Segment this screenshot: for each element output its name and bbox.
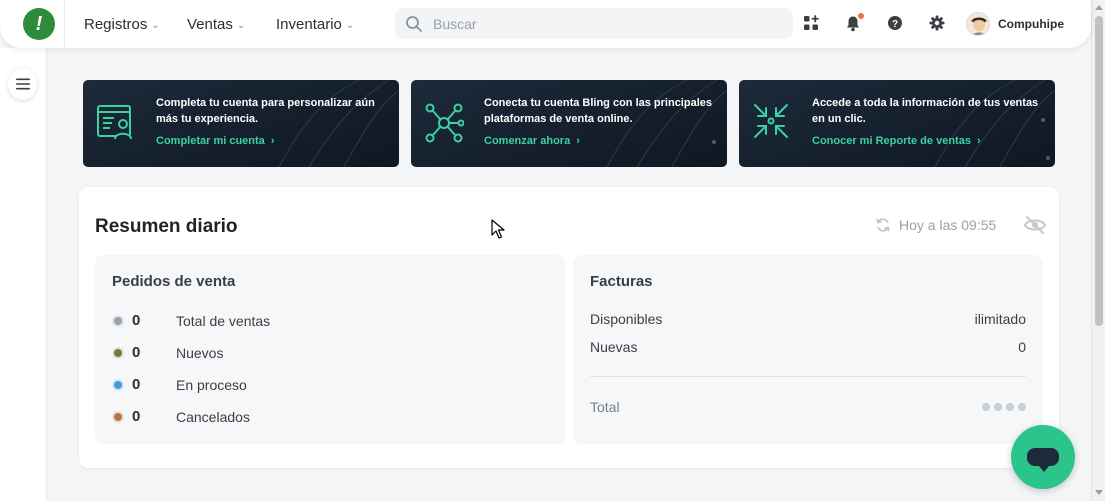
banner-complete-account[interactable]: Completa tu cuenta para personalizar aún…: [83, 80, 399, 167]
collapse-arrows-icon: [754, 104, 788, 138]
invoice-row-available: Disponibles ilimitado: [590, 311, 1026, 327]
status-dot: [114, 348, 122, 357]
order-count: 0: [132, 344, 141, 361]
invoice-label: Nuevas: [590, 339, 638, 355]
nav-inventario[interactable]: Inventario ⌄: [276, 16, 354, 33]
invoice-row-new: Nuevas 0: [590, 339, 1026, 355]
search-input[interactable]: [433, 15, 763, 32]
left-sidebar: [0, 48, 47, 501]
status-dot: [114, 316, 122, 325]
order-row-in-progress[interactable]: 0 En proceso: [114, 376, 247, 393]
card-title: Resumen diario: [95, 216, 238, 237]
status-dot: [114, 380, 122, 389]
profile-card-icon: [97, 105, 132, 140]
mouse-cursor-icon: [491, 219, 505, 239]
banner-sales-report[interactable]: Accede a toda la información de tus vent…: [739, 80, 1055, 167]
order-count: 0: [132, 408, 141, 425]
refresh-icon: [876, 218, 890, 232]
banner-text: Accede a toda la información de tus vent…: [812, 97, 1039, 125]
chevron-right-icon: ›: [270, 135, 275, 147]
order-row-new[interactable]: 0 Nuevos: [114, 344, 223, 361]
panel-title: Facturas: [590, 273, 653, 290]
avatar[interactable]: [966, 12, 990, 36]
nav-ventas-label: Ventas: [187, 16, 233, 33]
banner-link-label: Conocer mi Reporte de ventas: [812, 135, 971, 147]
user-avatar-icon: [967, 13, 989, 35]
refresh-status[interactable]: Hoy a las 09:55: [875, 217, 996, 233]
chevron-down-icon: ⌄: [236, 20, 246, 31]
apps-grid-icon[interactable]: [802, 14, 820, 32]
scroll-thumb[interactable]: [1095, 16, 1103, 326]
banner-link-label: Completar mi cuenta: [156, 135, 265, 147]
menu-toggle-button[interactable]: [8, 68, 37, 100]
network-hub-icon: [425, 103, 464, 143]
search-icon: [406, 15, 422, 32]
panel-title: Pedidos de venta: [112, 273, 236, 290]
scroll-up-icon[interactable]: [1095, 5, 1103, 10]
order-row-total[interactable]: 0 Total de ventas: [114, 312, 270, 329]
nav-registros-label: Registros: [84, 16, 148, 33]
chevron-right-icon: ›: [576, 135, 580, 147]
svg-text:?: ?: [892, 19, 898, 30]
nav-ventas[interactable]: Ventas ⌄: [187, 16, 245, 33]
page-scrollbar[interactable]: [1091, 0, 1105, 501]
start-now-link[interactable]: Comenzar ahora ›: [484, 135, 580, 147]
help-icon[interactable]: ?: [886, 14, 904, 32]
order-label: Nuevos: [176, 344, 224, 361]
order-label: Cancelados: [176, 408, 250, 425]
gear-icon[interactable]: [928, 14, 946, 32]
scroll-down-icon[interactable]: [1095, 490, 1103, 495]
banner-text: Conecta tu cuenta Bling con las principa…: [484, 97, 712, 125]
hidden-value-dots: [982, 403, 1026, 415]
bell-icon[interactable]: [844, 13, 864, 32]
last-updated-text: Hoy a las 09:55: [899, 217, 997, 233]
complete-account-link[interactable]: Completar mi cuenta ›: [156, 135, 274, 147]
order-label: Total de ventas: [176, 312, 271, 329]
divider: [590, 376, 1026, 377]
hamburger-icon: [15, 78, 30, 90]
search-box: [395, 8, 793, 39]
nav-registros[interactable]: Registros ⌄: [84, 16, 160, 33]
order-label: En proceso: [176, 376, 247, 393]
chat-bubble-icon: [1027, 448, 1059, 472]
order-count: 0: [132, 376, 141, 393]
invoice-label: Disponibles: [590, 311, 663, 327]
bling-logo-icon[interactable]: !: [23, 8, 55, 40]
notification-dot: [858, 13, 864, 19]
banner-connect-platforms[interactable]: Conecta tu cuenta Bling con las principa…: [411, 80, 727, 167]
sales-orders-panel: Pedidos de venta 0 Total de ventas 0 Nue…: [95, 255, 565, 444]
eye-off-icon: [1023, 216, 1047, 234]
top-navbar: ! Registros ⌄ Ventas ⌄ Inventario ⌄ Busc…: [0, 0, 1091, 48]
invoices-panel: Facturas Disponibles ilimitado Nuevas 0 …: [573, 255, 1043, 444]
chevron-down-icon: ⌄: [345, 20, 355, 31]
nav-inventario-label: Inventario: [276, 16, 342, 33]
invoice-row-total: Total: [590, 399, 1026, 415]
banner-text: Completa tu cuenta para personalizar aún…: [156, 97, 375, 125]
logo-divider: [64, 0, 65, 48]
chevron-right-icon: ›: [976, 135, 981, 147]
banner-link-label: Comenzar ahora: [484, 135, 571, 147]
username[interactable]: Compuhipe: [998, 17, 1064, 31]
order-row-cancelled[interactable]: 0 Cancelados: [114, 408, 250, 425]
chevron-down-icon: ⌄: [151, 20, 160, 31]
hide-values-button[interactable]: [1023, 216, 1047, 239]
status-dot: [114, 412, 122, 421]
order-count: 0: [132, 312, 141, 329]
invoice-value: 0: [1018, 339, 1026, 355]
sales-report-link[interactable]: Conocer mi Reporte de ventas ›: [812, 135, 981, 147]
invoice-total-label: Total: [590, 399, 620, 415]
daily-summary-card: Resumen diario Hoy a las 09:55 Pedidos d…: [79, 187, 1059, 468]
chat-support-button[interactable]: [1011, 425, 1075, 489]
invoice-value: ilimitado: [974, 311, 1026, 327]
